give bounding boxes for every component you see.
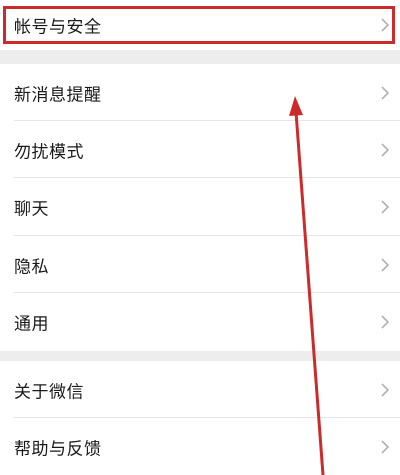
chevron-right-icon	[381, 200, 390, 214]
section-gap	[0, 351, 400, 361]
settings-item-general[interactable]: 通用	[0, 293, 400, 351]
settings-item-account-security[interactable]: 帐号与安全	[0, 0, 400, 50]
chevron-right-icon	[381, 315, 390, 329]
chevron-right-icon	[381, 439, 390, 454]
settings-item-new-message-notify[interactable]: 新消息提醒	[0, 64, 400, 121]
settings-item-label: 帮助与反馈	[14, 439, 102, 459]
settings-group-about: 关于微信 帮助与反馈	[0, 361, 400, 475]
settings-item-label: 帐号与安全	[14, 17, 102, 38]
settings-item-help-feedback[interactable]: 帮助与反馈	[0, 418, 400, 475]
chevron-right-icon	[381, 257, 390, 272]
settings-item-label: 隐私	[14, 257, 49, 277]
settings-item-about-wechat[interactable]: 关于微信	[0, 361, 400, 418]
chevron-right-icon	[381, 18, 390, 32]
settings-item-label: 聊天	[14, 199, 49, 220]
settings-item-privacy[interactable]: 隐私	[0, 236, 400, 293]
settings-item-label: 新消息提醒	[14, 85, 102, 105]
chevron-right-icon	[381, 382, 390, 397]
settings-item-chat[interactable]: 聊天	[0, 178, 400, 236]
settings-item-do-not-disturb[interactable]: 勿扰模式	[0, 121, 400, 178]
settings-group-account: 帐号与安全	[0, 0, 400, 50]
chevron-right-icon	[381, 142, 390, 157]
settings-item-label: 勿扰模式	[14, 142, 84, 162]
chevron-right-icon	[381, 85, 390, 100]
settings-group-general: 新消息提醒 勿扰模式 聊天 隐私 通用	[0, 64, 400, 351]
settings-item-label: 通用	[14, 314, 49, 335]
settings-item-label: 关于微信	[14, 382, 84, 402]
section-gap	[0, 50, 400, 64]
